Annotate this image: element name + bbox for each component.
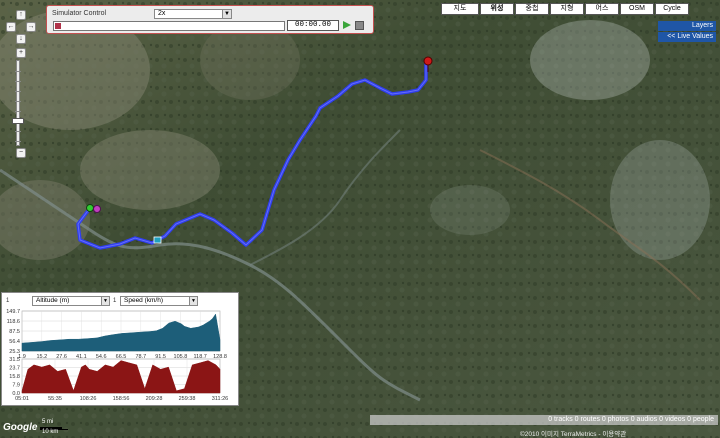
pan-up-icon[interactable]: ↑ bbox=[16, 10, 26, 20]
map-type-button[interactable]: OSM bbox=[620, 3, 654, 15]
simulator-time-display: 00:00.00 bbox=[287, 20, 339, 31]
simulator-title: Simulator Control bbox=[52, 10, 107, 17]
simulator-progress-thumb[interactable] bbox=[55, 23, 61, 29]
start-marker bbox=[86, 204, 94, 212]
speed-x-tick: 108:26 bbox=[80, 396, 97, 402]
scale-km: 10 km bbox=[42, 429, 59, 435]
zoom-slider-track[interactable] bbox=[15, 60, 21, 146]
simulator-speed-select[interactable]: 2x ▼ bbox=[154, 9, 232, 19]
copyright-text: ©2010 이미지 TerraMetrics - 이용약관 bbox=[520, 431, 627, 438]
live-values-button[interactable]: << Live Values bbox=[658, 32, 716, 42]
map-type-bar: 지도 위성 중첩 지형 어스 OSM Cycle bbox=[441, 3, 690, 15]
altitude-y-tick: 56.4 bbox=[9, 339, 20, 345]
elevation-speed-chart-panel: 1 Altitude (m) ▼ 1 Speed (km/h) ▼ 149.7 1… bbox=[1, 292, 239, 406]
speed-x-tick: 05:01 bbox=[15, 396, 29, 402]
camera-marker bbox=[153, 236, 162, 244]
altitude-y-tick: 149.7 bbox=[6, 309, 20, 315]
map-type-button[interactable]: 지도 bbox=[441, 3, 479, 15]
zoom-in-icon[interactable]: + bbox=[16, 48, 26, 58]
simulator-progress-slider[interactable] bbox=[53, 21, 285, 31]
speed-x-tick: 158:56 bbox=[113, 396, 130, 402]
zoom-out-icon[interactable]: − bbox=[16, 148, 26, 158]
speed-x-tick: 311:26 bbox=[212, 396, 228, 402]
map-type-button[interactable]: 중첩 bbox=[515, 3, 549, 15]
altitude-y-tick: 87.5 bbox=[9, 329, 20, 335]
simulator-control-panel: Simulator Control 2x ▼ 00:00.00 bbox=[46, 5, 374, 34]
zoom-slider-thumb[interactable] bbox=[12, 118, 24, 124]
speed-y-tick: 7.9 bbox=[12, 383, 20, 389]
stop-icon[interactable] bbox=[355, 21, 364, 30]
speed-y-tick: 31.5 bbox=[9, 357, 20, 363]
map-type-button[interactable]: 어스 bbox=[585, 3, 619, 15]
scale-bar: 5 mi 10 km bbox=[40, 419, 100, 437]
speed-x-tick: 259:38 bbox=[179, 396, 196, 402]
map-type-button[interactable]: Cycle bbox=[655, 3, 689, 15]
speed-x-tick: 209:28 bbox=[146, 396, 163, 402]
chart-canvas[interactable]: 149.7118.687.556.425.31.9 15.2 27.6 41.1 54.… bbox=[2, 293, 240, 407]
speed-y-tick: 23.7 bbox=[9, 366, 20, 372]
chevron-down-icon: ▼ bbox=[222, 10, 231, 18]
altitude-y-tick: 118.6 bbox=[7, 319, 20, 325]
pan-left-icon[interactable]: ← bbox=[6, 22, 16, 32]
speed-y-tick: 15.8 bbox=[9, 374, 20, 380]
google-logo: Google bbox=[3, 422, 38, 433]
media-count-status: 0 tracks 0 routes 0 photos 0 audios 0 vi… bbox=[370, 415, 718, 425]
end-marker bbox=[423, 56, 433, 66]
pan-down-icon[interactable]: ↓ bbox=[16, 34, 26, 44]
map-type-button[interactable]: 지형 bbox=[550, 3, 584, 15]
play-icon[interactable] bbox=[343, 21, 351, 29]
map-type-button[interactable]: 위성 bbox=[480, 3, 514, 15]
layers-button[interactable]: Layers bbox=[658, 21, 716, 31]
scale-miles: 5 mi bbox=[42, 419, 54, 425]
waypoint-marker bbox=[93, 205, 101, 213]
pan-right-icon[interactable]: → bbox=[26, 22, 36, 32]
speed-x-tick: 55:35 bbox=[48, 396, 62, 402]
simulator-speed-value: 2x bbox=[158, 10, 166, 17]
